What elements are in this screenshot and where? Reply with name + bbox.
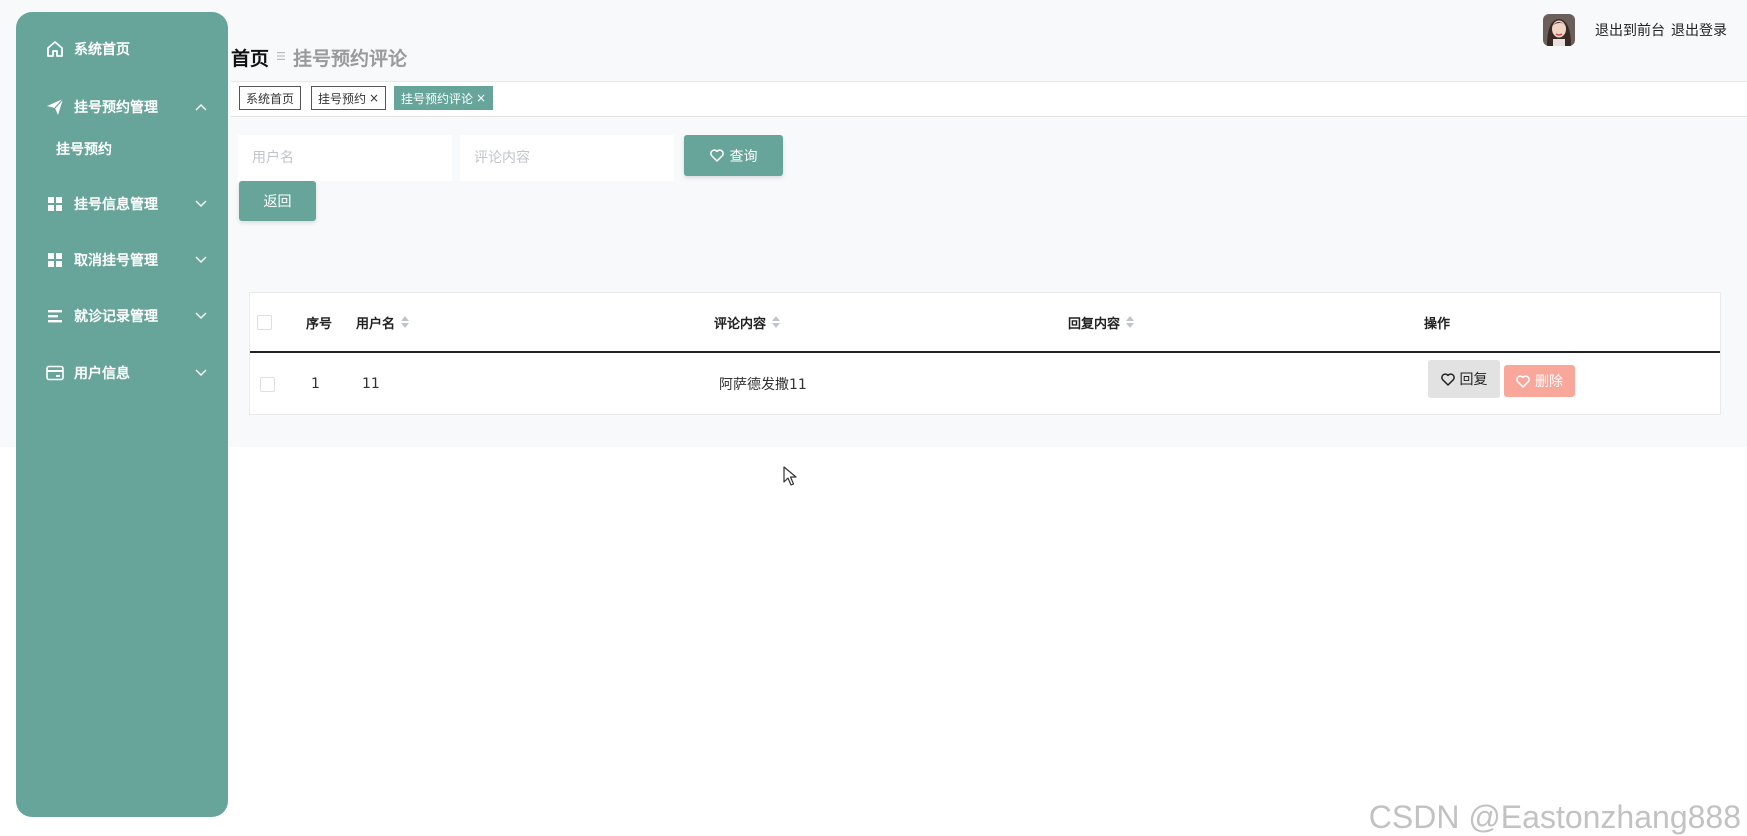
chevron-up-icon (194, 103, 208, 111)
tab-label: 挂号预约评论 (401, 91, 474, 106)
close-icon[interactable]: × (476, 91, 486, 105)
column-header-label: 序号 (306, 316, 333, 332)
breadcrumb: 首页 挂号预约评论 (231, 42, 407, 72)
sidebar-item-label: 就诊记录管理 (74, 309, 158, 325)
sidebar-item-appointment-management[interactable]: 挂号预约管理 (16, 87, 228, 127)
column-header-label: 回复内容 (1068, 316, 1121, 332)
sidebar-item-registration-info[interactable]: 挂号信息管理 (16, 184, 228, 224)
sort-icon[interactable] (401, 316, 410, 328)
sidebar-item-label: 取消挂号管理 (74, 253, 158, 269)
delete-button-label: 删除 (1535, 374, 1563, 390)
tags-bar: 系统首页 挂号预约 × 挂号预约评论 × (231, 81, 1747, 117)
sidebar-item-visit-records[interactable]: 就诊记录管理 (16, 296, 228, 336)
column-header-actions: 操作 (1424, 293, 1450, 351)
card-icon (46, 364, 64, 382)
tab-label: 系统首页 (246, 91, 295, 106)
exit-to-frontend-link[interactable]: 退出到前台 (1595, 20, 1665, 40)
sidebar-item-cancel-registration[interactable]: 取消挂号管理 (16, 240, 228, 280)
breadcrumb-separator-icon (277, 50, 286, 64)
column-header-content[interactable]: 评论内容 (714, 293, 781, 351)
column-header-username[interactable]: 用户名 (356, 293, 410, 351)
chevron-down-icon (194, 369, 208, 377)
home-icon (46, 40, 64, 58)
sidebar-item-user-info[interactable]: 用户信息 (16, 353, 228, 393)
comments-table: 序号 用户名 评论内容 回复内容 操作 1 11 阿萨德发撒11 回复 删除 (249, 292, 1721, 415)
back-button-label: 返回 (263, 194, 292, 210)
row-username: 11 (362, 376, 380, 392)
send-icon (46, 98, 64, 116)
heart-icon (1440, 372, 1455, 386)
breadcrumb-home[interactable]: 首页 (231, 44, 269, 71)
column-header-label: 用户名 (356, 316, 396, 332)
column-header-index: 序号 (306, 293, 332, 351)
logout-link[interactable]: 退出登录 (1671, 20, 1727, 40)
table-header: 序号 用户名 评论内容 回复内容 操作 (250, 293, 1720, 353)
sidebar-subitem-appointment[interactable]: 挂号预约 (16, 131, 228, 167)
sidebar-item-label: 用户信息 (74, 366, 130, 382)
close-icon[interactable]: × (369, 91, 379, 105)
column-header-label: 评论内容 (714, 316, 767, 332)
sort-icon[interactable] (772, 316, 781, 328)
tab-home[interactable]: 系统首页 (239, 86, 302, 110)
avatar[interactable] (1543, 14, 1575, 46)
row-content: 阿萨德发撒11 (719, 377, 807, 393)
reply-button[interactable]: 回复 (1428, 360, 1500, 398)
tab-appointment-comments[interactable]: 挂号预约评论 × (394, 86, 494, 110)
query-button[interactable]: 查询 (684, 135, 783, 176)
delete-button[interactable]: 删除 (1504, 365, 1575, 397)
sort-icon[interactable] (1126, 316, 1135, 328)
watermark: CSDN @Eastonzhang888 (1368, 799, 1741, 835)
list-icon (46, 307, 64, 325)
chevron-down-icon (194, 256, 208, 264)
mouse-cursor-icon (783, 466, 797, 490)
row-index: 1 (311, 376, 320, 392)
heart-icon (1516, 374, 1530, 388)
chevron-down-icon (194, 312, 208, 320)
back-button[interactable]: 返回 (239, 181, 316, 221)
grid-icon (46, 195, 64, 213)
tab-appointment[interactable]: 挂号预约 × (311, 86, 387, 110)
column-header-label: 操作 (1424, 316, 1451, 332)
sidebar-subitem-label: 挂号预约 (56, 142, 112, 158)
sidebar-item-home[interactable]: 系统首页 (16, 29, 228, 69)
user-area: 退出到前台 退出登录 (1543, 14, 1727, 46)
heart-icon (709, 149, 724, 162)
table-row: 1 11 阿萨德发撒11 回复 删除 (250, 353, 1720, 415)
row-checkbox-cell (260, 353, 275, 415)
tab-label: 挂号预约 (318, 91, 367, 106)
sidebar-item-label: 挂号信息管理 (74, 197, 158, 213)
comment-search-input[interactable] (460, 135, 674, 181)
sidebar: 系统首页 挂号预约管理 挂号预约 挂号信息管理 取消挂号管理 就诊记录管理 用户… (16, 12, 228, 817)
query-button-label: 查询 (729, 148, 758, 165)
grid-icon (46, 251, 64, 269)
breadcrumb-current: 挂号预约评论 (293, 47, 408, 70)
row-checkbox[interactable] (260, 376, 275, 392)
column-header-reply[interactable]: 回复内容 (1068, 293, 1135, 351)
select-all-checkbox[interactable] (257, 314, 272, 330)
sidebar-item-label: 系统首页 (74, 42, 130, 58)
select-all-checkbox-cell (257, 293, 272, 351)
username-search-input[interactable] (238, 135, 452, 181)
reply-button-label: 回复 (1459, 372, 1488, 388)
chevron-down-icon (194, 200, 208, 208)
sidebar-item-label: 挂号预约管理 (74, 100, 158, 116)
